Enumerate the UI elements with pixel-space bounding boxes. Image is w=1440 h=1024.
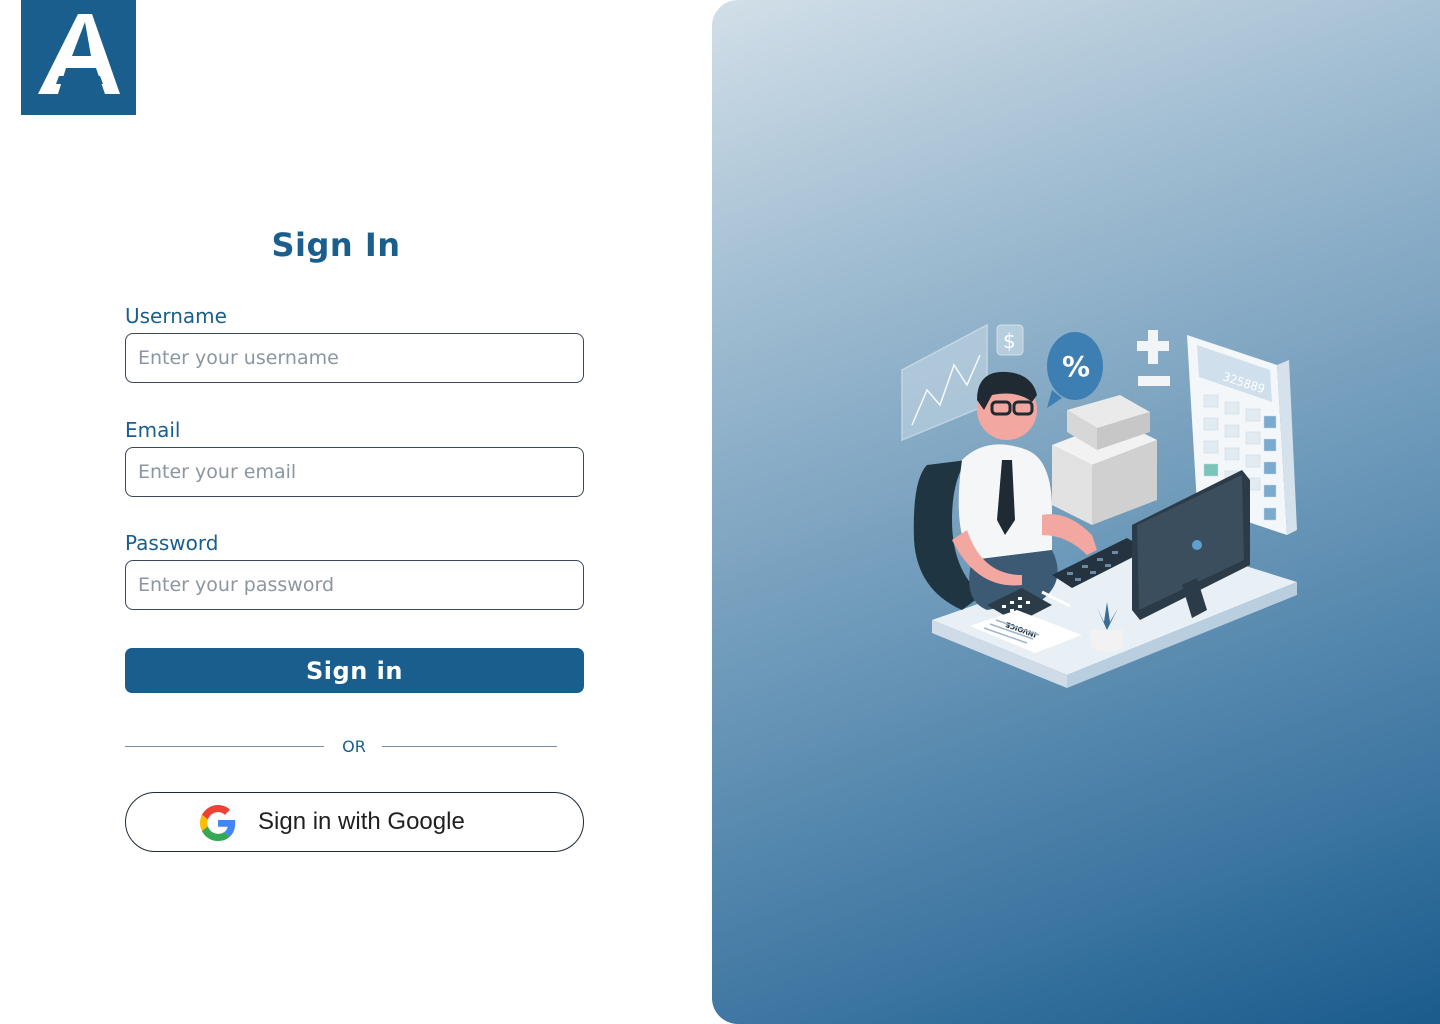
google-g-icon [200, 805, 236, 841]
email-label: Email [125, 418, 181, 442]
chart-card [901, 323, 988, 442]
google-sign-in-label: Sign in with Google [258, 808, 465, 835]
hero-panel: $ % 325889 [712, 0, 1440, 1024]
percent-symbol: % [1062, 350, 1090, 383]
username-input[interactable] [125, 333, 584, 383]
google-sign-in-button[interactable]: Sign in with Google [125, 792, 584, 852]
divider-left [125, 746, 324, 747]
email-input[interactable] [125, 447, 584, 497]
sign-in-button[interactable]: Sign in [125, 648, 584, 693]
username-label: Username [125, 304, 227, 328]
divider-right [382, 746, 557, 747]
accountant-at-desk-illustration: $ % 325889 [901, 323, 1297, 688]
divider-or-text: OR [342, 737, 366, 756]
a-letter-logo-icon [38, 14, 120, 94]
plant-pot [1091, 630, 1123, 645]
password-label: Password [125, 531, 219, 555]
password-input[interactable] [125, 560, 584, 610]
brand-logo [21, 0, 136, 115]
page-title: Sign In [271, 226, 401, 264]
currency-symbol: $ [1003, 329, 1016, 353]
